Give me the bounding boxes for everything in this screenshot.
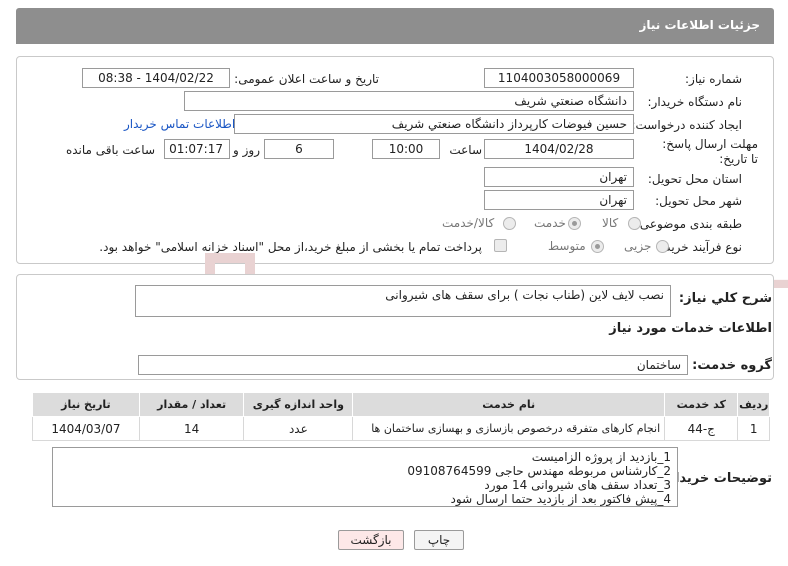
buyer-contact-link[interactable]: اطلاعات تماس خریدار xyxy=(124,117,235,131)
buyer-org-label: نام دستگاه خریدار: xyxy=(647,95,743,109)
days-field: 6 xyxy=(264,139,334,159)
need-summary-field: نصب لایف لاین (طناب نجات ) برای سقف های … xyxy=(135,285,671,317)
buyer-notes-field: 1_بازدید از پروژه الزامیست 2_کارشناس مرب… xyxy=(52,447,678,507)
treasury-checkbox[interactable] xyxy=(494,239,507,252)
process-label: نوع فرآیند خرید : xyxy=(657,240,742,254)
city-field: تهران xyxy=(484,190,634,210)
announce-label: تاریخ و ساعت اعلان عمومی: xyxy=(234,72,379,86)
category-label: طبقه بندی موضوعی: xyxy=(635,217,742,231)
days-label: روز و xyxy=(233,143,260,157)
services-table-header: ردیف کد خدمت نام خدمت واحد اندازه گیری ت… xyxy=(32,392,770,417)
category-radio-service[interactable] xyxy=(568,217,581,230)
need-number-field: 1104003058000069 xyxy=(484,68,634,88)
remaining-time-field: 01:07:17 xyxy=(164,139,230,159)
page-title: جزئیات اطلاعات نیاز xyxy=(639,18,760,32)
need-number-label: شماره نیاز: xyxy=(685,72,742,86)
announce-field: 1404/02/22 - 08:38 xyxy=(82,68,230,88)
services-table: ردیف کد خدمت نام خدمت واحد اندازه گیری ت… xyxy=(32,392,770,441)
buyer-note-line: 3_تعداد سقف های شیروانی 14 مورد xyxy=(484,478,671,492)
category-option-service: خدمت xyxy=(534,216,566,230)
category-option-goods-service: کالا/خدمت xyxy=(442,216,495,230)
creator-label: ایجاد کننده درخواست: xyxy=(631,118,742,132)
back-button[interactable]: بازگشت xyxy=(338,530,404,550)
creator-field: حسین فیوضات کارپرداز دانشگاه صنعتي شريف xyxy=(234,114,634,134)
buyer-note-line: 1_بازدید از پروژه الزامیست xyxy=(531,450,671,464)
page-header: جزئیات اطلاعات نیاز xyxy=(16,8,774,44)
buyer-note-line: 4_پیش فاکتور بعد از بازدید حتما ارسال شو… xyxy=(450,492,671,506)
province-label: استان محل تحویل: xyxy=(647,172,742,186)
city-label: شهر محل تحویل: xyxy=(655,194,742,208)
process-option-minor: جزیی xyxy=(624,239,652,253)
col-unit: واحد اندازه گیری xyxy=(243,392,354,417)
services-section-title: اطلاعات خدمات مورد نیاز xyxy=(609,321,772,336)
process-radio-medium[interactable] xyxy=(591,240,604,253)
col-row: ردیف xyxy=(737,392,770,417)
process-option-medium: متوسط xyxy=(548,239,586,253)
remaining-label: ساعت باقی مانده xyxy=(65,143,155,157)
buyer-note-line: 2_کارشناس مربوطه مهندس حاجی 09108764599 xyxy=(407,464,671,478)
col-date: تاریخ نیاز xyxy=(32,392,140,417)
deadline-label: مهلت ارسال پاسخ: تا تاریخ: xyxy=(662,137,758,166)
col-name: نام خدمت xyxy=(352,392,666,417)
buyer-org-field: دانشگاه صنعتي شريف xyxy=(184,91,634,111)
col-qty: تعداد / مقدار xyxy=(138,392,245,417)
province-field: تهران xyxy=(484,167,634,187)
col-code: کد خدمت xyxy=(664,392,739,417)
cell-code: ج-44 xyxy=(664,416,739,441)
category-option-goods: کالا xyxy=(602,216,619,230)
service-group-field: ساختمان xyxy=(138,355,688,375)
print-button[interactable]: چاپ xyxy=(414,530,464,550)
deadline-date-field: 1404/02/28 xyxy=(484,139,634,159)
category-radio-goods[interactable] xyxy=(628,217,641,230)
buyer-notes-label: توضیحات خریدار: xyxy=(662,471,772,486)
category-radio-goods-service[interactable] xyxy=(503,217,516,230)
cell-name: انجام کارهای متفرقه درخصوص بازسازی و بهس… xyxy=(352,416,666,441)
deadline-time-label: ساعت xyxy=(449,143,482,157)
cell-date: 1404/03/07 xyxy=(32,416,140,441)
table-row: 1 ج-44 انجام کارهای متفرقه درخصوص بازساز… xyxy=(32,416,770,441)
cell-unit: عدد xyxy=(243,416,354,441)
cell-qty: 14 xyxy=(138,416,245,441)
cell-row: 1 xyxy=(737,416,770,441)
deadline-time-field: 10:00 xyxy=(372,139,440,159)
need-summary-label: شرح کلي نياز: xyxy=(678,291,772,306)
service-group-label: گروه خدمت: xyxy=(692,358,772,373)
process-radio-minor[interactable] xyxy=(656,240,669,253)
payment-note: پرداخت تمام یا بخشی از مبلغ خرید،از محل … xyxy=(99,240,482,254)
